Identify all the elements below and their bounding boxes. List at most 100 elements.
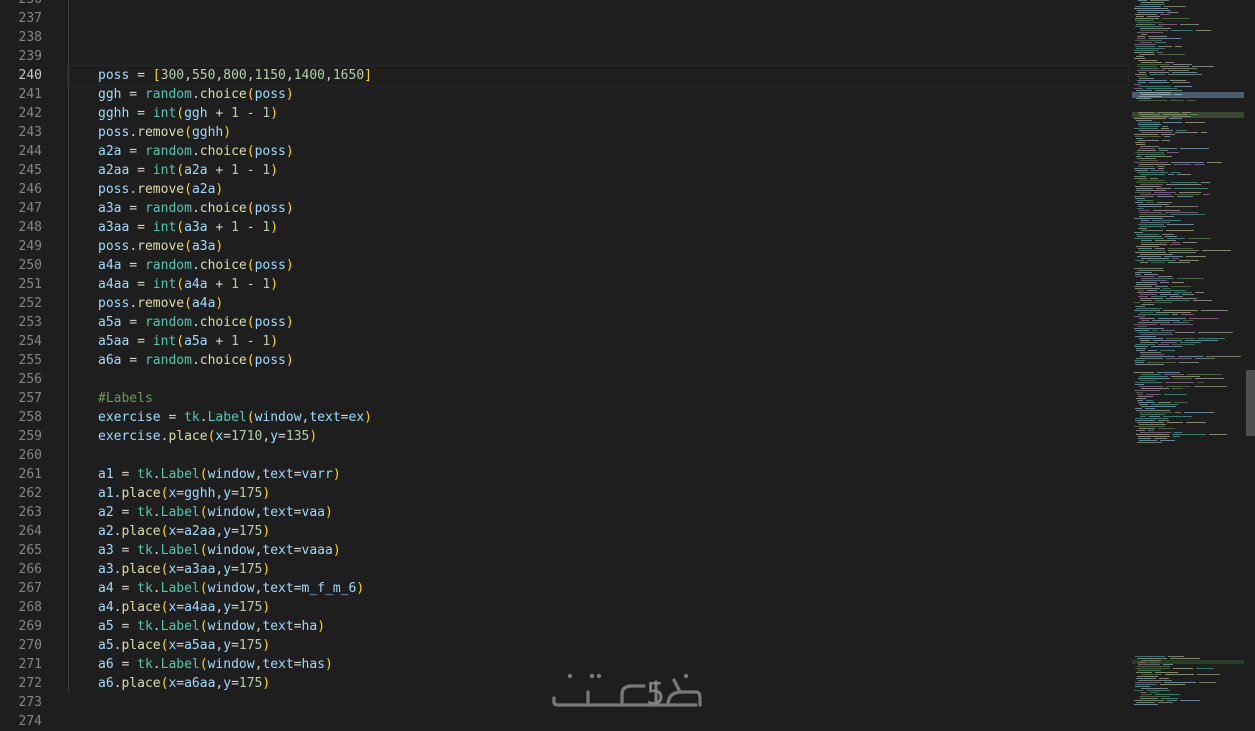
code-line[interactable]: a2aa = int(a2a + 1 - 1) [68,161,1128,180]
code-area[interactable]: poss = [300,550,800,1150,1400,1650] ggh =… [67,0,1129,721]
code-line[interactable]: exercise = tk.Label(window,text=ex) [68,408,1128,427]
minimap-code-block [1165,382,1194,383]
minimap-code-block [1137,326,1147,327]
code-line[interactable]: a2a = random.choice(poss) [68,142,1128,161]
code-token: gghh [191,125,224,140]
minimap-code-block [1139,164,1171,165]
code-line[interactable] [68,28,1128,47]
minimap-code-block [1151,404,1178,405]
code-line-content: gghh = int(ggh + 1 - 1) [68,106,278,121]
code-token: ) [262,676,271,691]
code-line[interactable]: #Labels [68,389,1128,408]
code-line[interactable] [68,446,1128,465]
code-line[interactable]: a6a = random.choice(poss) [68,351,1128,370]
code-token: a5 [98,619,114,634]
minimap-code-block [1152,220,1181,221]
code-token: . [129,296,138,311]
minimap-code-block [1153,340,1182,341]
code-token: choice [199,201,247,216]
minimap-code-block [1135,668,1170,669]
code-line[interactable] [68,47,1128,66]
code-line[interactable]: a2 = tk.Label(window,text=vaa) [68,503,1128,522]
code-token: = [113,467,138,482]
code-line[interactable]: gghh = int(ggh + 1 - 1) [68,104,1128,123]
minimap-code-block [1176,130,1187,131]
minimap[interactable] [1130,0,1248,721]
minimap-code-block [1137,158,1156,159]
minimap-code-block [1165,206,1198,207]
code-line[interactable]: exercise.place(x=1710,y=135) [68,427,1128,446]
code-editor[interactable]: 236 237 238 239 240 241 242 243 244 245 246 247 248 2… [0,0,1255,729]
code-token: poss [98,125,130,140]
minimap-code-block [1139,126,1159,127]
minimap-code-block [1163,664,1173,665]
code-line[interactable] [68,370,1128,389]
code-line-content: poss = [300,550,800,1150,1400,1650] [68,68,372,83]
minimap-code-block [1139,440,1157,441]
line-number: 271 [18,657,42,672]
minimap-code-block [1134,50,1158,51]
code-line-content: a2.place(x=a2aa,y=175) [68,524,270,539]
code-line[interactable] [68,9,1128,28]
code-line[interactable]: a5.place(x=a5aa,y=175) [68,636,1128,655]
code-line[interactable]: poss.remove(a2a) [68,180,1128,199]
code-line[interactable]: poss.remove(a3a) [68,237,1128,256]
code-token: choice [199,87,247,102]
code-line-content: a4a = random.choice(poss) [68,258,294,273]
code-token: poss [254,353,286,368]
code-line[interactable]: ggh = random.choice(poss) [68,85,1128,104]
line-number: 264 [18,524,42,539]
minimap-code-block [1137,400,1143,401]
code-line[interactable]: poss.remove(a4a) [68,294,1128,313]
minimap-code-block [1174,188,1208,189]
vertical-scrollbar[interactable] [1246,0,1255,721]
code-line[interactable]: a5 = tk.Label(window,text=ha) [68,617,1128,636]
minimap-code-block [1172,388,1183,389]
code-line[interactable]: a3.place(x=a3aa,y=175) [68,560,1128,579]
code-line[interactable]: poss.remove(gghh) [68,123,1128,142]
code-line[interactable]: a3 = tk.Label(window,text=vaaa) [68,541,1128,560]
code-line-content: a3.place(x=a3aa,y=175) [68,562,270,577]
code-token: = [340,410,349,425]
minimap-code-block [1140,68,1159,69]
code-line[interactable]: a4aa = int(a4a + 1 - 1) [68,275,1128,294]
code-line[interactable]: a5aa = int(a5a + 1 - 1) [68,332,1128,351]
minimap-code-block [1146,88,1177,89]
code-line[interactable] [68,0,1128,9]
minimap-code-block [1138,100,1167,101]
code-line[interactable]: a1 = tk.Label(window,text=varr) [68,465,1128,484]
code-token: Label [160,505,200,520]
code-line[interactable]: a1.place(x=gghh,y=175) [68,484,1128,503]
minimap-code-block [1140,416,1146,417]
minimap-code-block [1160,684,1185,685]
minimap-code-block [1134,44,1156,45]
minimap-code-block [1136,672,1152,673]
minimap-code-block [1136,398,1146,399]
minimap-code-block [1155,90,1182,91]
minimap-code-block [1135,362,1144,363]
scrollbar-thumb[interactable] [1246,370,1255,436]
minimap-code-block [1161,342,1177,343]
minimap-code-block [1179,362,1199,363]
code-line[interactable]: a3a = random.choice(poss) [68,199,1128,218]
line-number: 250 [18,258,42,273]
code-line[interactable]: a2.place(x=a2aa,y=175) [68,522,1128,541]
code-line[interactable] [68,712,1128,731]
minimap-code-block [1136,702,1155,703]
code-line[interactable]: a5a = random.choice(poss) [68,313,1128,332]
code-token: + [207,220,232,235]
minimap-code-block [1137,64,1170,65]
code-line-content [68,49,98,64]
code-token: ) [270,334,279,349]
code-token: 1 [231,334,239,349]
minimap-code-block [1141,406,1176,407]
code-line[interactable]: a4.place(x=a4aa,y=175) [68,598,1128,617]
code-line[interactable]: a4a = random.choice(poss) [68,256,1128,275]
code-token: a2a [184,163,208,178]
code-line[interactable]: a4 = tk.Label(window,text=m_f_m_6) [68,579,1128,598]
code-token: ) [215,182,224,197]
code-line[interactable]: a3aa = int(a3a + 1 - 1) [68,218,1128,237]
code-token: . [191,258,200,273]
minimap-highlight [1132,112,1244,118]
code-line[interactable]: poss = [300,550,800,1150,1400,1650] [67,65,1129,86]
